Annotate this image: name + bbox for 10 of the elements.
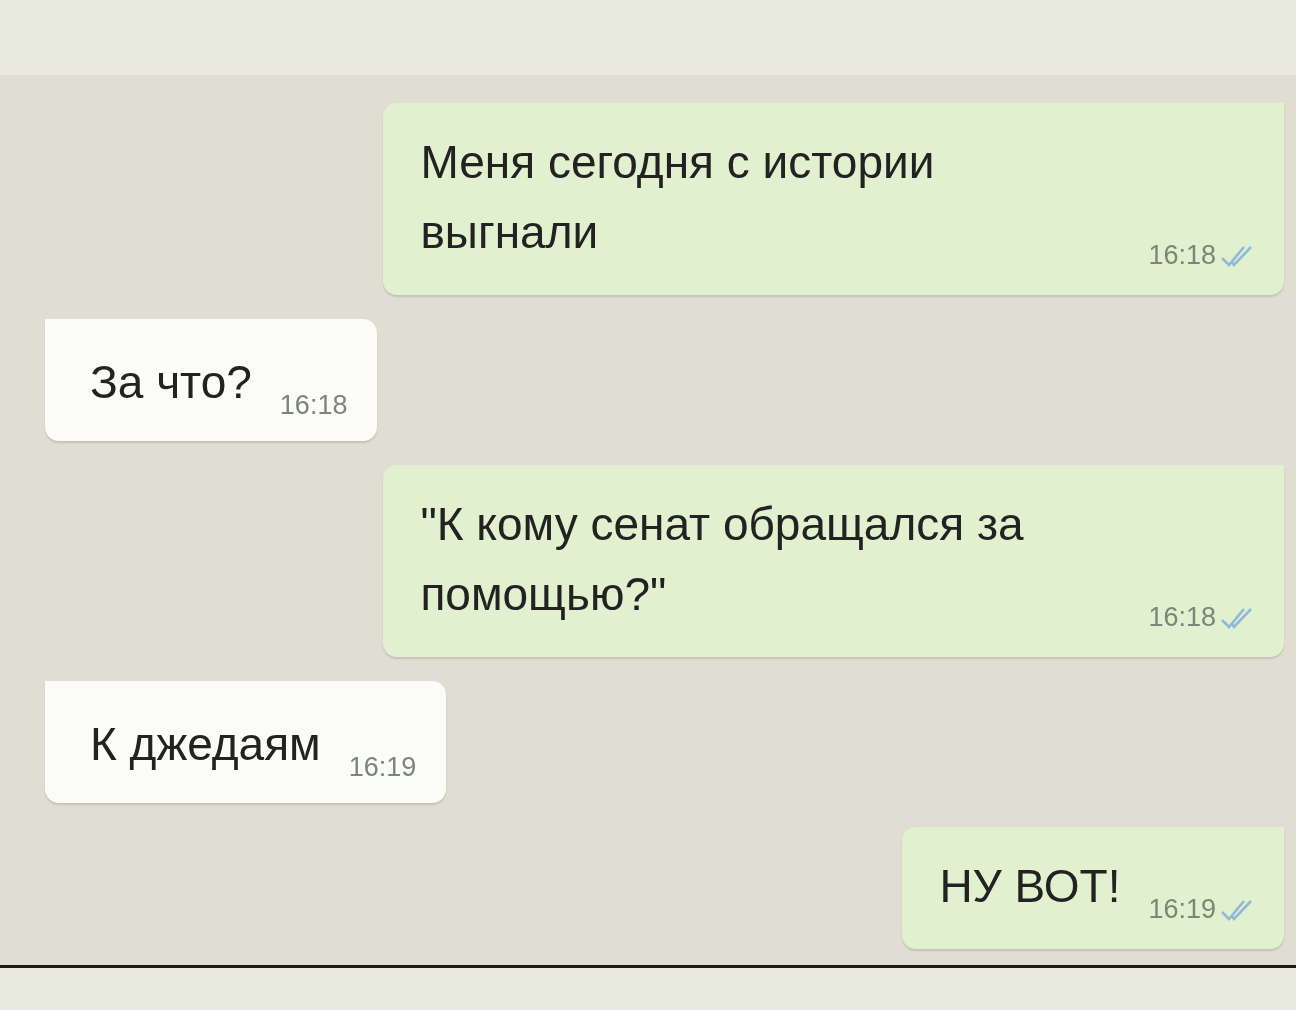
message-text: К джедаям (90, 717, 321, 772)
message-time: 16:19 (348, 752, 417, 783)
message-text: За что? (90, 355, 252, 410)
message-time: 16:18 (279, 390, 348, 421)
message-time: 16:18 (1148, 240, 1216, 271)
message-time: 16:18 (1148, 602, 1216, 633)
message-time: 16:19 (1148, 894, 1216, 925)
message-text: "К кому сенат обращался за помощью?" (420, 497, 1025, 622)
message-text: Меня сегодня с истории выгнали (420, 135, 936, 260)
message-text: НУ ВОТ! (939, 859, 1121, 914)
